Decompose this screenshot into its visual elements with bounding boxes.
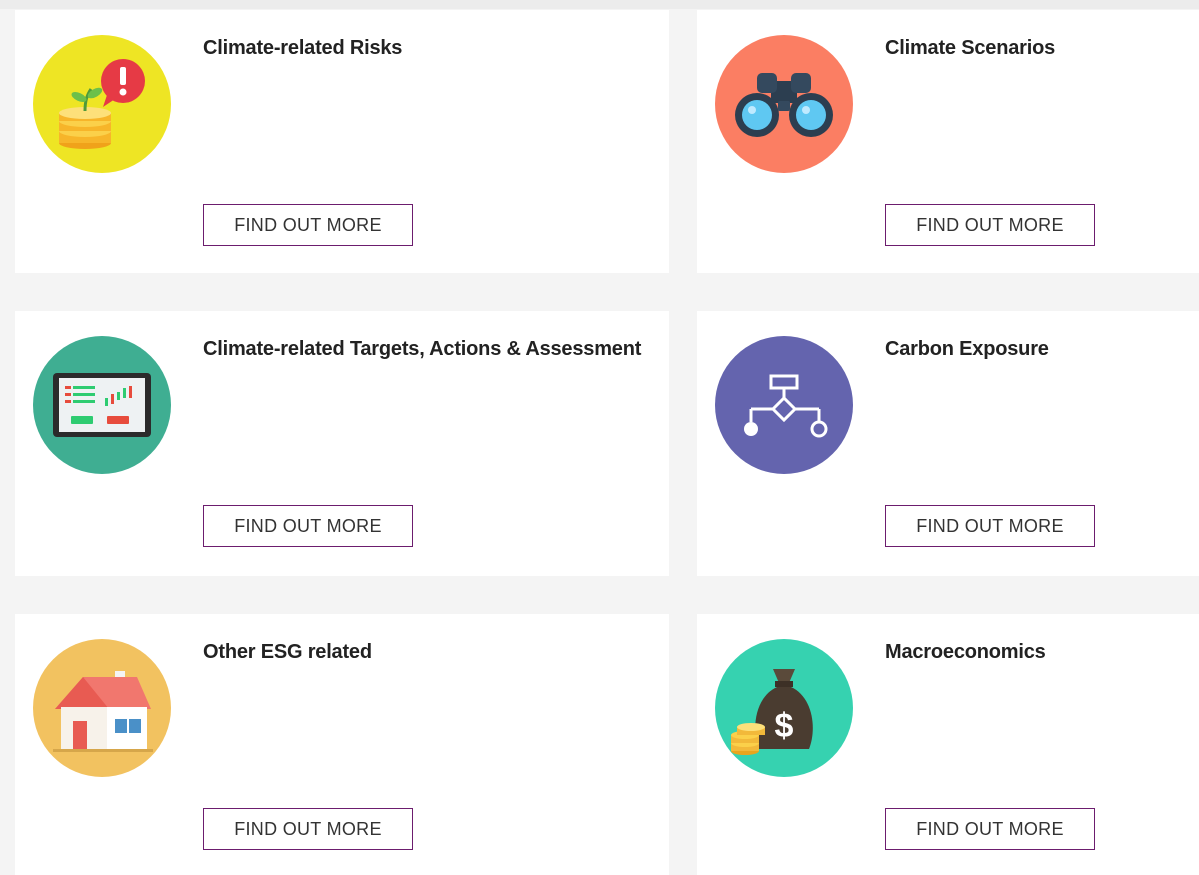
top-bar [0,0,1199,9]
card-title: Climate Scenarios [885,37,1056,59]
card-title: Other ESG related [203,641,372,663]
card-macroeconomics: $ Macroeconomics FIND OUT MORE [697,614,1199,875]
card-carbon-exposure: Carbon Exposure FIND OUT MORE [697,311,1199,576]
binoculars-icon [715,35,853,173]
card-title: Macroeconomics [885,641,1046,663]
card-title: Carbon Exposure [885,338,1049,360]
svg-text:$: $ [775,707,794,745]
house-icon [33,639,171,777]
card-title: Climate-related Risks [203,37,403,59]
card-climate-related-targets: Climate-related Targets, Actions & Asses… [15,311,669,576]
find-out-more-button[interactable]: FIND OUT MORE [885,505,1095,547]
card-title: Climate-related Targets, Actions & Asses… [203,338,642,360]
flowchart-icon [715,336,853,474]
card-other-esg-related: Other ESG related FIND OUT MORE [15,614,669,875]
find-out-more-button[interactable]: FIND OUT MORE [203,505,413,547]
find-out-more-button[interactable]: FIND OUT MORE [885,808,1095,850]
find-out-more-button[interactable]: FIND OUT MORE [203,204,413,246]
coins-alert-icon [33,35,171,173]
find-out-more-button[interactable]: FIND OUT MORE [203,808,413,850]
card-climate-scenarios: Climate Scenarios FIND OUT MORE [697,10,1199,273]
trading-tablet-icon [33,336,171,474]
find-out-more-button[interactable]: FIND OUT MORE [885,204,1095,246]
card-climate-related-risks: Climate-related Risks FIND OUT MORE [15,10,669,273]
money-bag-icon: $ [715,639,853,777]
